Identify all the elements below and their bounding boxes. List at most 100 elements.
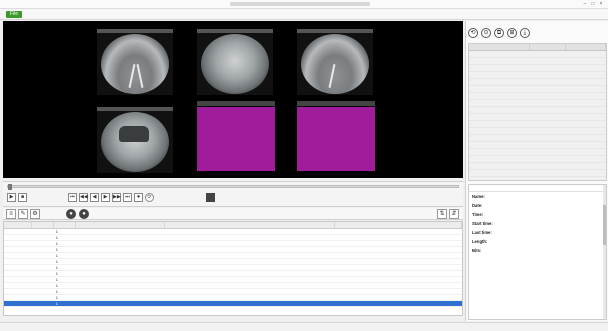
table-cell xyxy=(335,229,462,234)
loop-icon[interactable]: ⟳ xyxy=(145,193,154,202)
list-icon[interactable]: ≡ xyxy=(6,209,16,219)
streams-table[interactable] xyxy=(468,43,607,181)
list-item[interactable] xyxy=(469,51,606,58)
menu-item-6[interactable] xyxy=(96,11,112,18)
skip-start-icon[interactable]: ⏮ xyxy=(68,193,77,202)
list-cell xyxy=(469,93,530,99)
list-item[interactable] xyxy=(469,72,606,79)
fast-forward-icon[interactable]: ▶▶ xyxy=(112,193,121,202)
timeline-slider[interactable] xyxy=(7,184,459,190)
list-item[interactable] xyxy=(469,114,606,121)
properties-scrollbar[interactable] xyxy=(603,185,606,319)
table-cell xyxy=(4,271,32,276)
list-cell xyxy=(530,121,565,127)
list-cell xyxy=(530,65,565,71)
list-item[interactable] xyxy=(469,58,606,65)
settings-icon[interactable]: ⚙ xyxy=(30,209,40,219)
table-cell xyxy=(76,241,166,246)
play-icon[interactable]: ▶ xyxy=(7,193,16,202)
list-cell xyxy=(566,58,606,64)
table-cell xyxy=(4,301,32,306)
column-header[interactable] xyxy=(469,44,531,50)
column-header[interactable] xyxy=(32,222,54,228)
table-cell xyxy=(76,235,166,240)
refresh-icon[interactable]: ⟲ xyxy=(468,28,478,38)
maximize-button[interactable]: □ xyxy=(590,2,596,7)
menu-item-5[interactable] xyxy=(78,11,94,18)
list-item[interactable] xyxy=(469,142,606,149)
edit-icon[interactable]: ✎ xyxy=(18,209,28,219)
list-item[interactable] xyxy=(469,65,606,72)
record-off-icon[interactable]: ● xyxy=(79,209,89,219)
list-item[interactable] xyxy=(469,107,606,114)
timeline-handle[interactable] xyxy=(8,184,12,190)
camera-view-left[interactable] xyxy=(197,29,273,95)
list-item[interactable] xyxy=(469,86,606,93)
column-header[interactable] xyxy=(530,44,566,50)
menu-item-2[interactable] xyxy=(24,11,40,18)
record-on-icon[interactable]: ● xyxy=(66,209,76,219)
list-cell xyxy=(469,107,530,113)
sort-up-icon[interactable]: ⇅ xyxy=(437,209,447,219)
stream-table[interactable]: 1111111111111 xyxy=(3,221,463,316)
list-item[interactable] xyxy=(469,121,606,128)
fast-rewind-icon[interactable]: ◀◀ xyxy=(79,193,88,202)
table-cell xyxy=(4,289,32,294)
status-bar xyxy=(0,322,608,331)
snapshot-icon[interactable] xyxy=(206,193,215,202)
grid-icon[interactable]: ⊞ xyxy=(507,28,517,38)
download-icon[interactable]: ⤓ xyxy=(520,28,530,38)
table-row[interactable]: 1 xyxy=(4,301,462,307)
column-header[interactable] xyxy=(76,222,166,228)
list-cell xyxy=(566,121,606,127)
list-cell xyxy=(530,149,565,155)
camera-view-rear[interactable] xyxy=(297,29,373,95)
table-cell xyxy=(32,265,54,270)
list-item[interactable] xyxy=(469,79,606,86)
list-item[interactable] xyxy=(469,100,606,107)
camera-view-front[interactable] xyxy=(97,29,173,95)
column-header[interactable] xyxy=(566,44,606,50)
close-button[interactable]: × xyxy=(598,2,604,7)
list-item[interactable] xyxy=(469,149,606,156)
column-header[interactable] xyxy=(4,222,32,228)
empty-video-tile[interactable] xyxy=(297,107,375,171)
step-forward-icon[interactable]: ▶ xyxy=(101,193,110,202)
target-icon[interactable]: ⊙ xyxy=(481,28,491,38)
list-cell xyxy=(566,170,606,176)
video-viewer[interactable] xyxy=(3,21,463,178)
table-cell xyxy=(4,235,32,240)
menu-item-3[interactable] xyxy=(42,11,58,18)
column-header[interactable] xyxy=(335,222,462,228)
table-cell: 1 xyxy=(55,259,59,264)
property-key: Start time: xyxy=(472,221,493,226)
list-cell xyxy=(530,114,565,120)
copy-icon[interactable]: ⧉ xyxy=(494,28,504,38)
list-item[interactable] xyxy=(469,163,606,170)
list-cell xyxy=(530,163,565,169)
table-cell xyxy=(165,229,334,234)
list-item[interactable] xyxy=(469,128,606,135)
list-item[interactable] xyxy=(469,135,606,142)
empty-video-tile[interactable] xyxy=(197,107,275,171)
scrollbar-thumb[interactable] xyxy=(603,205,606,245)
skip-end-icon[interactable]: ⏭ xyxy=(123,193,132,202)
sort-down-icon[interactable]: ⇵ xyxy=(449,209,459,219)
list-item[interactable] xyxy=(469,156,606,163)
list-cell xyxy=(469,65,530,71)
menu-item-4[interactable] xyxy=(60,11,76,18)
list-item[interactable] xyxy=(469,93,606,100)
list-item[interactable] xyxy=(469,170,606,177)
camera-view-right[interactable] xyxy=(97,107,173,173)
minimize-button[interactable]: – xyxy=(582,2,588,7)
step-back-icon[interactable]: ◀ xyxy=(90,193,99,202)
record-icon[interactable]: ⏺ xyxy=(134,193,143,202)
menu-file[interactable]: File xyxy=(6,10,23,18)
properties-fields: Name: Date: Time: Start time: Last time: Leng… xyxy=(469,192,606,255)
list-cell xyxy=(530,156,565,162)
column-header[interactable] xyxy=(165,222,335,228)
table-cell xyxy=(335,271,462,276)
stop-icon[interactable]: ■ xyxy=(18,193,27,202)
properties-panel: Name: Date: Time: Start time: Last time: Leng… xyxy=(468,184,607,320)
column-header[interactable] xyxy=(54,222,76,228)
